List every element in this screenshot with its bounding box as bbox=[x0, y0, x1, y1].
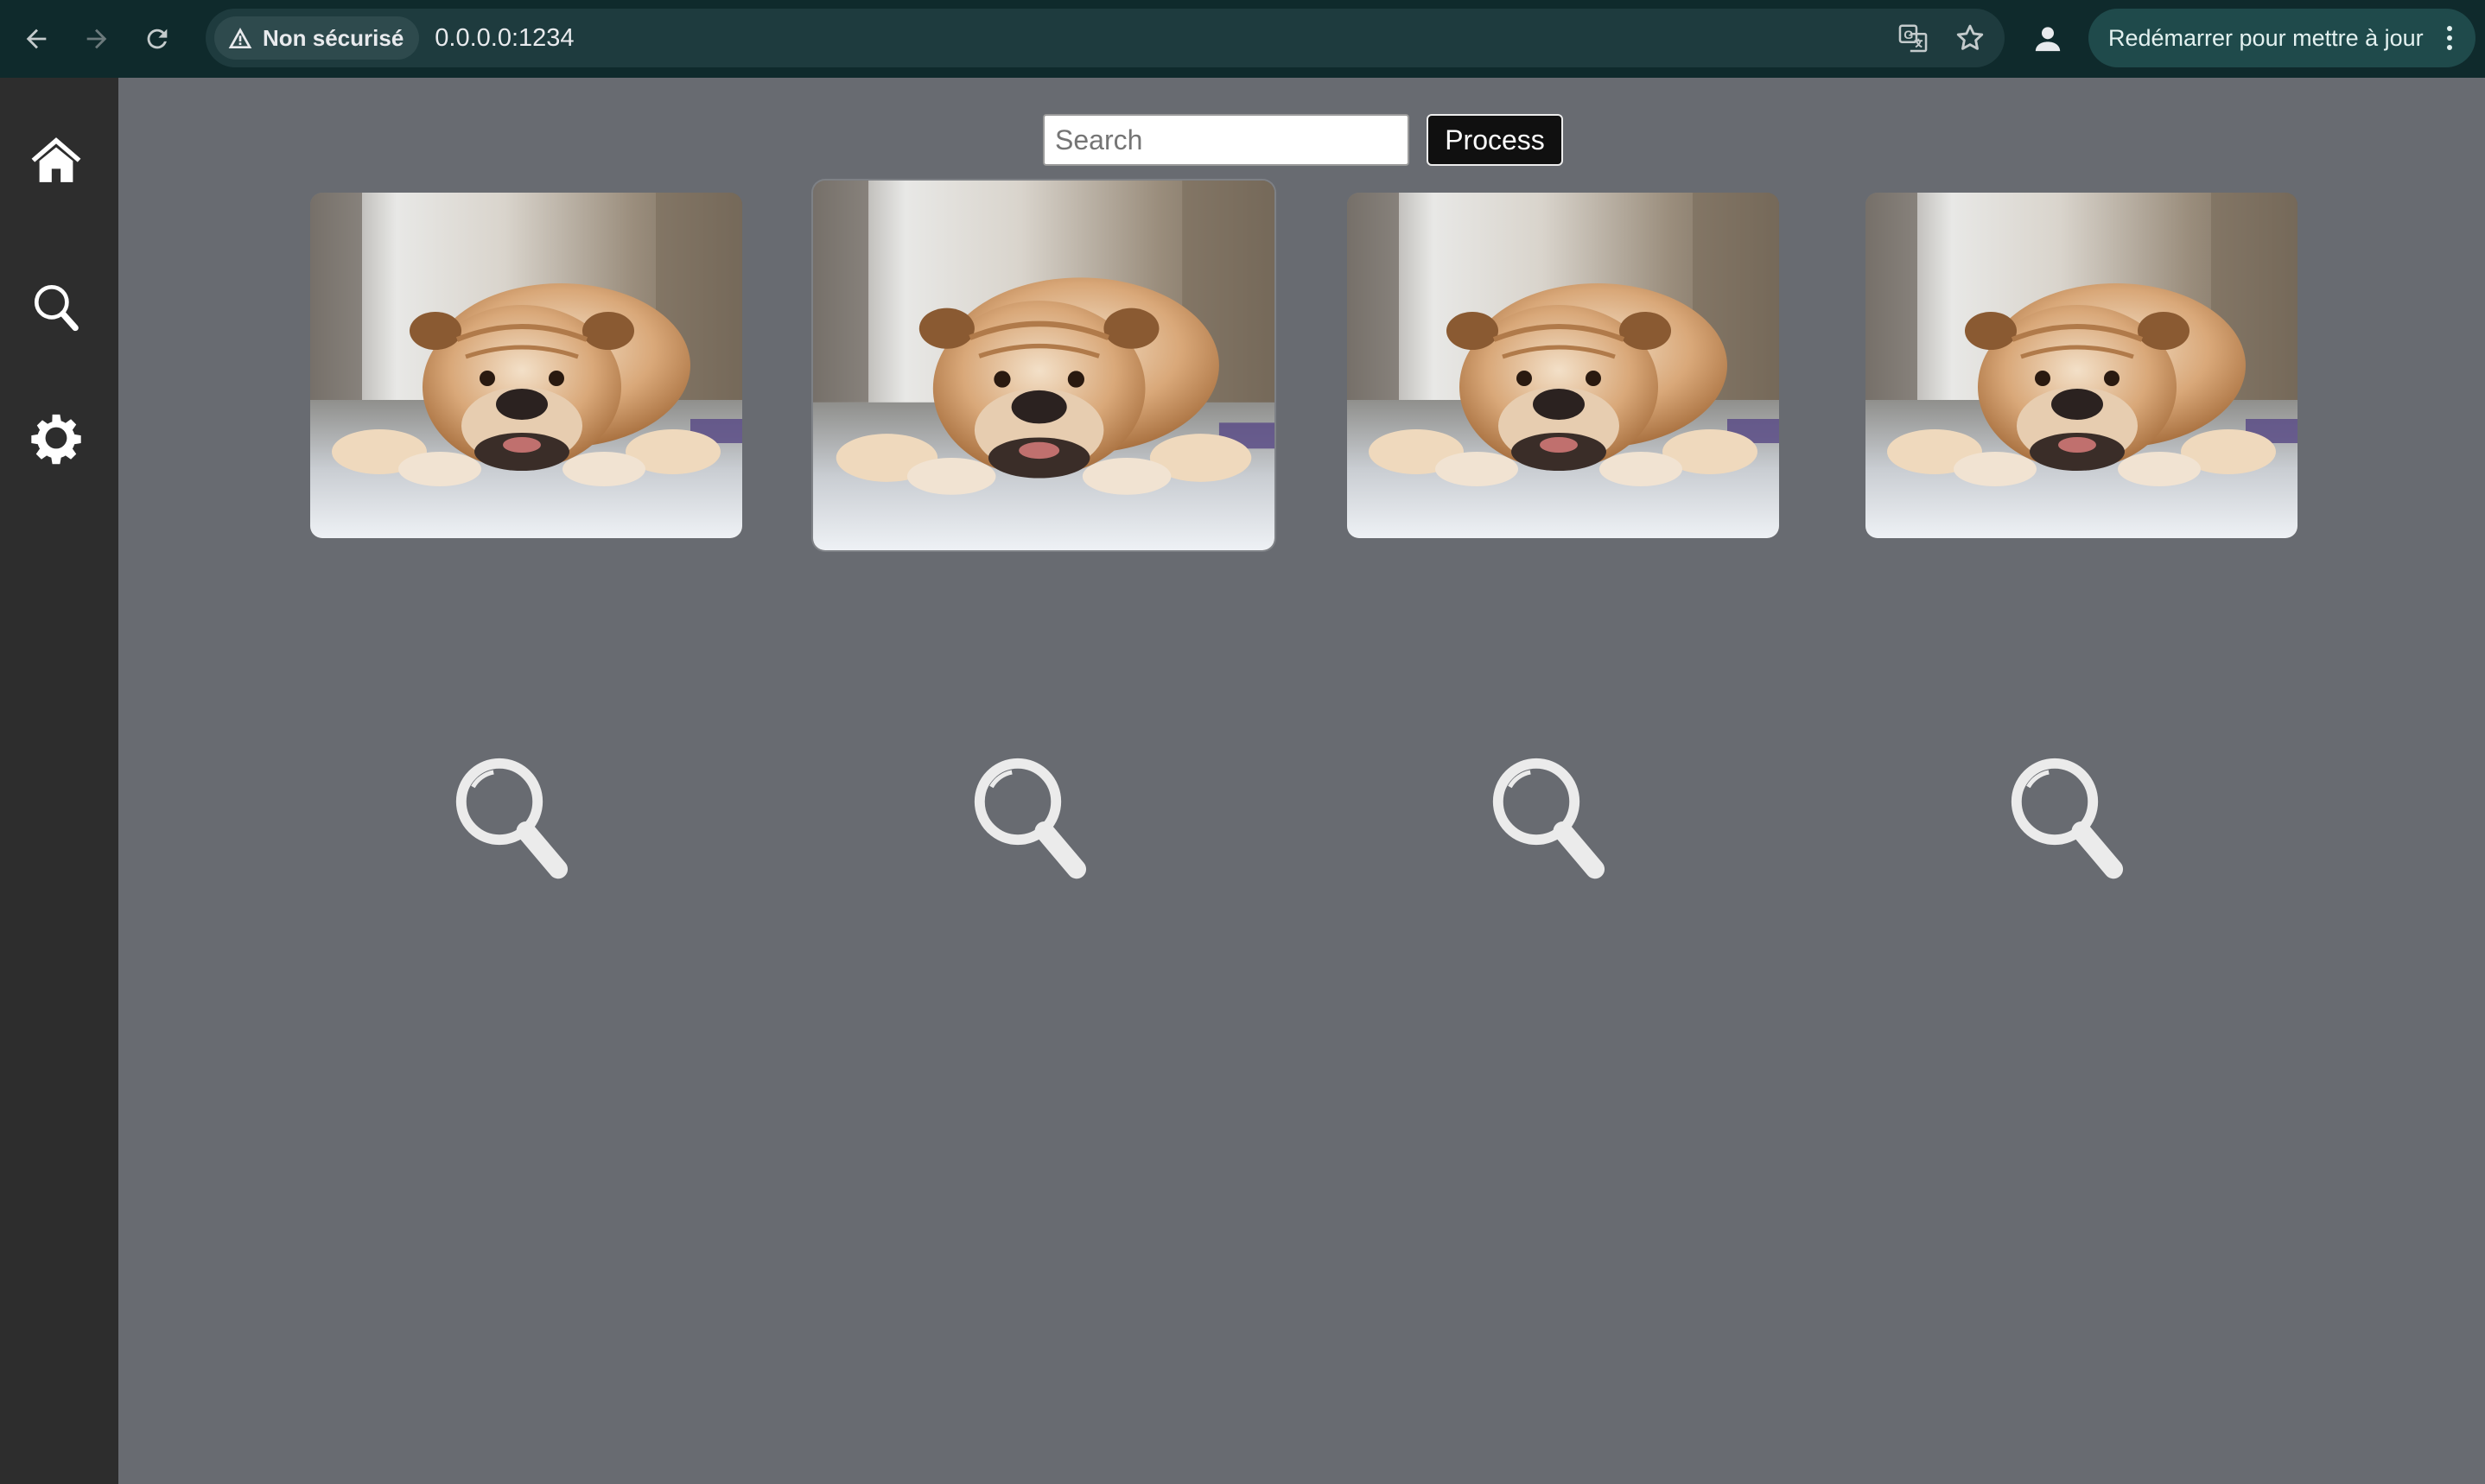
image-card-2-selected[interactable] bbox=[813, 181, 1274, 550]
warning-icon bbox=[228, 28, 252, 48]
gear-icon bbox=[31, 414, 81, 465]
bulldog-image bbox=[813, 181, 1274, 550]
bulldog-image bbox=[310, 193, 742, 538]
home-icon bbox=[31, 137, 81, 182]
forward-button[interactable] bbox=[73, 15, 121, 63]
sidebar-item-settings[interactable] bbox=[28, 409, 85, 466]
search-input[interactable] bbox=[1043, 114, 1409, 166]
magnifier-placeholder-icon bbox=[1478, 743, 1624, 890]
forward-icon bbox=[86, 29, 107, 49]
sidebar-item-home[interactable] bbox=[28, 131, 85, 188]
security-label: Non sécurisé bbox=[263, 24, 404, 51]
bookmark-star-icon bbox=[1956, 24, 1984, 50]
security-indicator[interactable]: Non sécurisé bbox=[214, 16, 420, 60]
image-card-4[interactable] bbox=[1865, 193, 2298, 538]
back-button[interactable] bbox=[12, 15, 60, 63]
translate-button[interactable]: G bbox=[1896, 21, 1930, 55]
image-card-3[interactable] bbox=[1347, 193, 1779, 538]
kebab-menu-icon[interactable] bbox=[2446, 25, 2453, 51]
main-content: Process bbox=[118, 78, 2485, 1484]
search-icon bbox=[34, 284, 79, 332]
url-text[interactable]: 0.0.0.0:1234 bbox=[435, 24, 574, 53]
bulldog-image bbox=[1865, 193, 2298, 538]
translate-icon: G bbox=[1898, 24, 1928, 53]
magnifier-placeholder-icon bbox=[959, 743, 1106, 890]
update-label: Redémarrer pour mettre à jour bbox=[2108, 24, 2424, 51]
process-button[interactable]: Process bbox=[1427, 114, 1563, 166]
bulldog-image bbox=[1347, 193, 1779, 538]
sidebar bbox=[0, 78, 118, 1484]
magnifier-placeholder-icon bbox=[1996, 743, 2143, 890]
image-card-1[interactable] bbox=[310, 193, 742, 538]
profile-icon bbox=[2035, 27, 2061, 52]
sidebar-item-search[interactable] bbox=[28, 278, 85, 335]
svg-text:G: G bbox=[1903, 29, 1913, 42]
address-bar[interactable]: Non sécurisé 0.0.0.0:1234 G bbox=[206, 9, 2005, 67]
reload-button[interactable] bbox=[133, 15, 181, 63]
back-icon bbox=[26, 29, 47, 49]
bookmark-button[interactable] bbox=[1953, 21, 1987, 55]
reload-icon bbox=[147, 29, 168, 49]
profile-button[interactable] bbox=[2028, 19, 2068, 59]
restart-update-button[interactable]: Redémarrer pour mettre à jour bbox=[2088, 9, 2475, 67]
magnifier-placeholder-icon bbox=[441, 743, 588, 890]
